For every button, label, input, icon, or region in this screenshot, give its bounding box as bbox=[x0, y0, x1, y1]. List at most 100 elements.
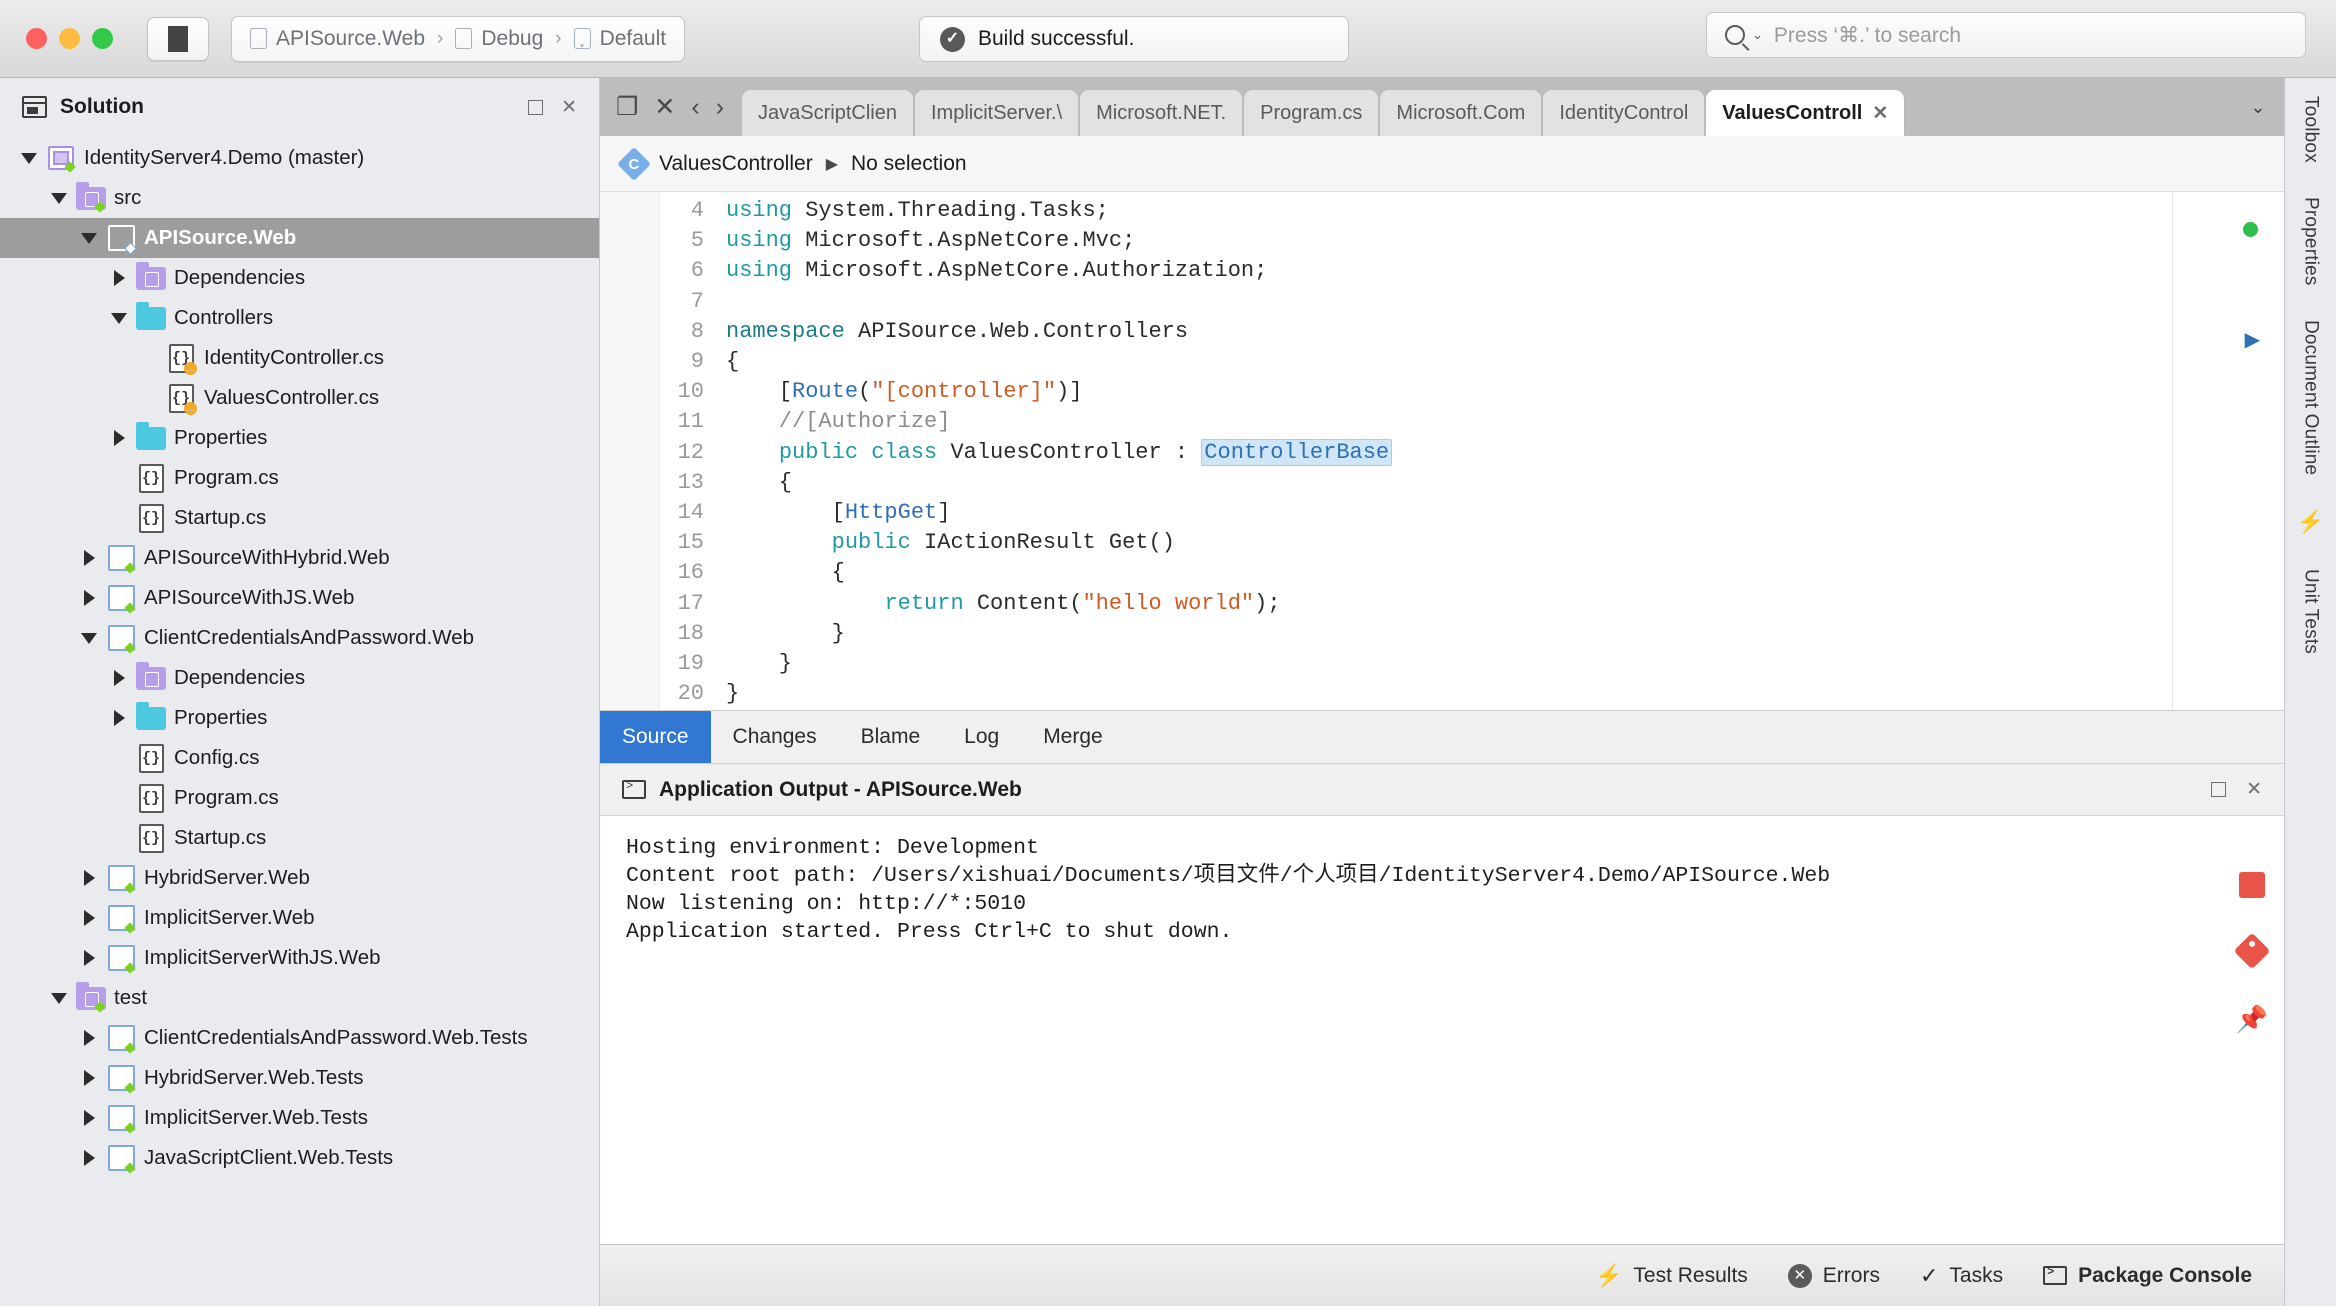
output-panel-body[interactable]: Hosting environment: Development Content… bbox=[600, 816, 2284, 1244]
expand-arrow-icon[interactable] bbox=[106, 710, 132, 726]
minimize-icon[interactable] bbox=[528, 99, 544, 115]
stop-button[interactable] bbox=[147, 16, 209, 61]
minimize-window-button[interactable] bbox=[59, 28, 80, 49]
tree-item[interactable]: ImplicitServer.Web bbox=[0, 898, 599, 938]
tree-item[interactable]: {} Program.cs bbox=[0, 778, 599, 818]
global-search-field[interactable]: ⌄ Press ‘⌘.’ to search bbox=[1706, 12, 2306, 58]
editor-tab[interactable]: JavaScriptClien bbox=[742, 90, 913, 136]
close-window-button[interactable] bbox=[26, 28, 47, 49]
breadcrumb-selection[interactable]: No selection bbox=[851, 152, 967, 176]
editor-breadcrumb-bar[interactable]: C ValuesController ▶ No selection bbox=[600, 136, 2284, 192]
dock-item-document-outline[interactable]: Document Outline bbox=[2300, 320, 2322, 475]
expand-arrow-icon[interactable] bbox=[76, 910, 102, 926]
tree-item[interactable]: {} Program.cs bbox=[0, 458, 599, 498]
status-bar-item[interactable]: ✕ Errors bbox=[1787, 1263, 1880, 1288]
tree-item[interactable]: ClientCredentialsAndPassword.Web bbox=[0, 618, 599, 658]
tree-item[interactable]: ClientCredentialsAndPassword.Web.Tests bbox=[0, 1018, 599, 1058]
tree-item[interactable]: test bbox=[0, 978, 599, 1018]
code-text-area[interactable]: 4 using System.Threading.Tasks; 5 using Mi… bbox=[660, 192, 2284, 710]
status-bar-item[interactable]: Package Console bbox=[2043, 1264, 2252, 1288]
tree-item[interactable]: APISourceWithHybrid.Web bbox=[0, 538, 599, 578]
expand-arrow-icon[interactable] bbox=[76, 870, 102, 886]
tab-nav-controls[interactable]: ❐ ✕ ‹ › bbox=[608, 95, 742, 136]
solution-tree[interactable]: IdentityServer4.Demo (master) src APISourc… bbox=[0, 136, 599, 1306]
code-editor[interactable]: 4 using System.Threading.Tasks; 5 using Mi… bbox=[600, 192, 2284, 710]
run-configuration-breadcrumb[interactable]: APISource.Web › Debug › Default bbox=[231, 15, 686, 62]
breadcrumb-configuration[interactable]: Debug bbox=[455, 27, 543, 51]
tree-item[interactable]: IdentityServer4.Demo (master) bbox=[0, 138, 599, 178]
tag-icon[interactable] bbox=[2233, 932, 2271, 970]
tree-item[interactable]: {} Config.cs bbox=[0, 738, 599, 778]
tree-item[interactable]: Properties bbox=[0, 698, 599, 738]
tree-item[interactable]: {} Startup.cs bbox=[0, 818, 599, 858]
tree-item[interactable]: {}… IdentityController.cs bbox=[0, 338, 599, 378]
build-status-panel[interactable]: ✓ Build successful. bbox=[919, 16, 1349, 62]
tree-item[interactable]: Dependencies bbox=[0, 258, 599, 298]
editor-tab[interactable]: Microsoft.Com bbox=[1380, 90, 1542, 136]
status-bar[interactable]: ⚡ Test Results ✕ Errors ✓ Tasks Package Consol… bbox=[600, 1244, 2284, 1306]
nav-forward-icon[interactable]: › bbox=[716, 95, 724, 120]
tree-item[interactable]: JavaScriptClient.Web.Tests bbox=[0, 1138, 599, 1178]
collapse-arrow-icon[interactable] bbox=[106, 312, 132, 324]
stop-icon[interactable] bbox=[2239, 872, 2265, 898]
source-tab[interactable]: Log bbox=[942, 711, 1021, 763]
status-bar-item[interactable]: ✓ Tasks bbox=[1920, 1263, 2003, 1289]
dock-item-properties[interactable]: Properties bbox=[2300, 197, 2322, 286]
expand-arrow-icon[interactable] bbox=[76, 1110, 102, 1126]
source-tab[interactable]: Merge bbox=[1021, 711, 1125, 763]
tree-item[interactable]: APISourceWithJS.Web bbox=[0, 578, 599, 618]
tree-item[interactable]: Dependencies bbox=[0, 658, 599, 698]
collapse-arrow-icon[interactable] bbox=[76, 632, 102, 644]
close-tab-icon[interactable]: ✕ bbox=[1872, 102, 1888, 125]
pin-icon[interactable]: 📌 bbox=[2236, 1004, 2268, 1035]
tree-item[interactable]: HybridServer.Web bbox=[0, 858, 599, 898]
close-icon[interactable]: ✕ bbox=[561, 98, 577, 117]
expand-arrow-icon[interactable] bbox=[76, 550, 102, 566]
tree-item[interactable]: APISource.Web bbox=[0, 218, 599, 258]
output-minimize-icon[interactable] bbox=[2211, 782, 2227, 797]
editor-tab[interactable]: Program.cs bbox=[1244, 90, 1379, 136]
editor-tab[interactable]: IdentityControl bbox=[1543, 90, 1705, 136]
editor-tab[interactable]: ImplicitServer.\ bbox=[914, 90, 1079, 136]
editor-tab[interactable]: Microsoft.NET. bbox=[1080, 90, 1243, 136]
tab-overflow-chevron-icon[interactable]: ⌄ bbox=[2232, 78, 2284, 136]
run-method-icon[interactable]: ▶ bbox=[2245, 327, 2260, 352]
tree-item[interactable]: src bbox=[0, 178, 599, 218]
expand-arrow-icon[interactable] bbox=[106, 670, 132, 686]
analysis-ok-dot-icon[interactable] bbox=[2243, 222, 2258, 237]
tree-item[interactable]: {} Startup.cs bbox=[0, 498, 599, 538]
window-controls[interactable] bbox=[26, 28, 113, 49]
tree-item[interactable]: {}… ValuesController.cs bbox=[0, 378, 599, 418]
source-tab[interactable]: Source bbox=[600, 711, 711, 763]
expand-arrow-icon[interactable] bbox=[106, 430, 132, 446]
breadcrumb-class-name[interactable]: ValuesController bbox=[659, 152, 813, 176]
collapse-arrow-icon[interactable] bbox=[46, 992, 72, 1004]
tree-item[interactable]: Properties bbox=[0, 418, 599, 458]
dock-item-toolbox[interactable]: Toolbox bbox=[2300, 96, 2322, 163]
maximize-window-button[interactable] bbox=[92, 28, 113, 49]
status-bar-item[interactable]: ⚡ Test Results bbox=[1595, 1263, 1748, 1289]
editor-tab[interactable]: ValuesControll ✕ bbox=[1706, 90, 1905, 136]
editor-tabs[interactable]: JavaScriptClien ImplicitServer.\ Microsoft… bbox=[742, 90, 2232, 136]
source-tab[interactable]: Blame bbox=[839, 711, 943, 763]
tree-item[interactable]: Controllers bbox=[0, 298, 599, 338]
breadcrumb-project[interactable]: APISource.Web bbox=[250, 27, 425, 51]
expand-arrow-icon[interactable] bbox=[76, 950, 102, 966]
nav-back-icon[interactable]: ‹ bbox=[691, 95, 699, 120]
breadcrumb-device[interactable]: Default bbox=[573, 27, 666, 51]
tree-item[interactable]: ImplicitServerWithJS.Web bbox=[0, 938, 599, 978]
collapse-arrow-icon[interactable] bbox=[46, 192, 72, 204]
close-tab-icon[interactable]: ✕ bbox=[654, 95, 675, 120]
expand-arrow-icon[interactable] bbox=[76, 1070, 102, 1086]
collapse-arrow-icon[interactable] bbox=[16, 152, 42, 164]
tree-item[interactable]: HybridServer.Web.Tests bbox=[0, 1058, 599, 1098]
dock-item-unit-tests[interactable]: Unit Tests bbox=[2300, 569, 2322, 654]
collapse-arrow-icon[interactable] bbox=[76, 232, 102, 244]
pin-icon[interactable]: ❐ bbox=[616, 95, 638, 120]
tree-item[interactable]: ImplicitServer.Web.Tests bbox=[0, 1098, 599, 1138]
expand-arrow-icon[interactable] bbox=[76, 1030, 102, 1046]
output-close-icon[interactable]: ✕ bbox=[2246, 780, 2262, 799]
expand-arrow-icon[interactable] bbox=[106, 270, 132, 286]
source-tab[interactable]: Changes bbox=[711, 711, 839, 763]
expand-arrow-icon[interactable] bbox=[76, 590, 102, 606]
